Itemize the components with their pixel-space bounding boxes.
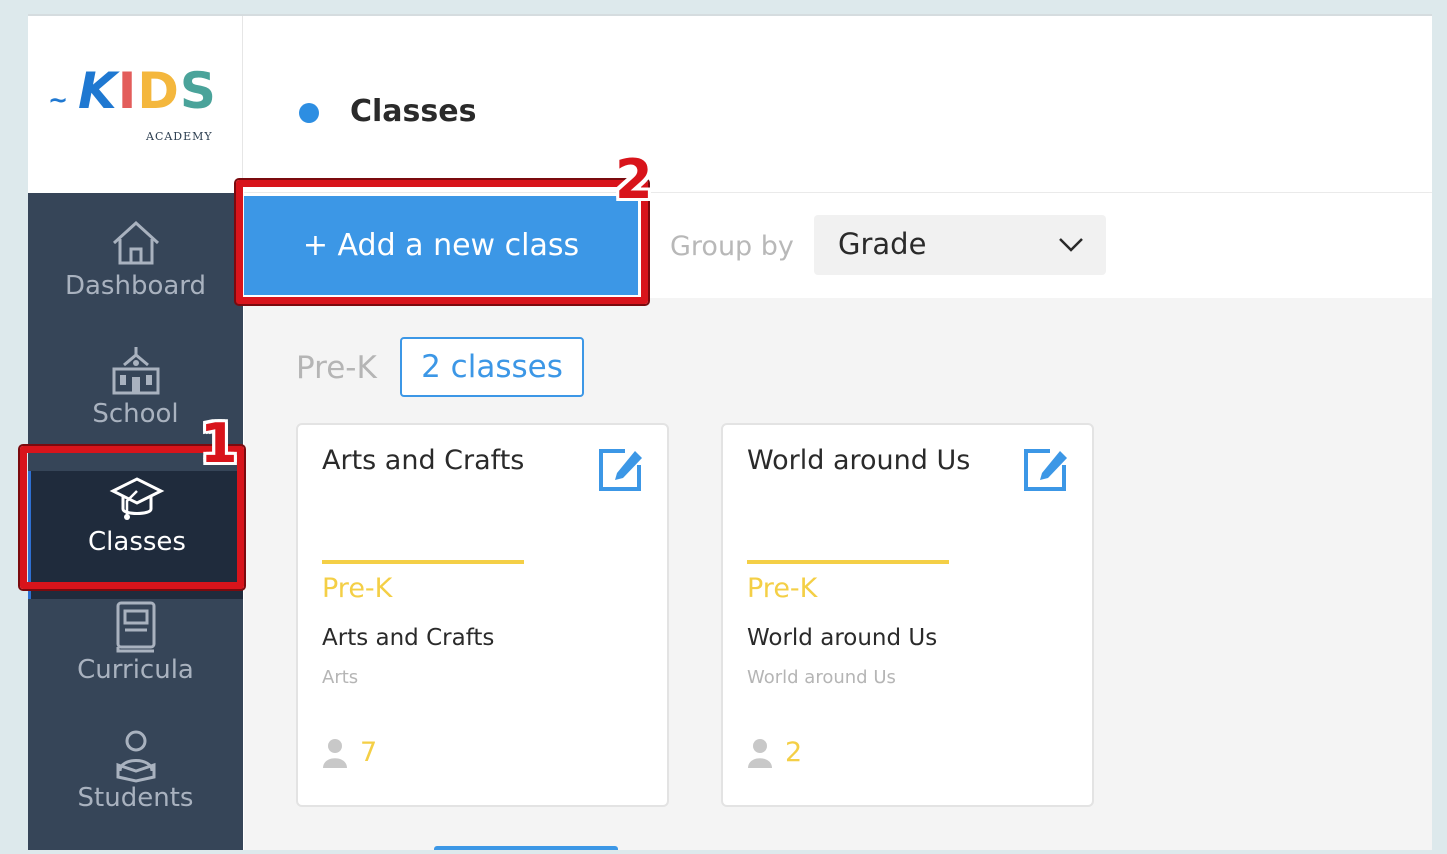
class-card-grade: Pre-K <box>322 573 393 604</box>
class-card[interactable]: World around Us Pre-K World around Us Wo… <box>721 423 1094 807</box>
student-reading-icon <box>116 730 155 783</box>
kids-academy-logo[interactable]: ~ KIDS ACADEMY <box>48 56 218 156</box>
grade-divider <box>322 560 524 564</box>
sidebar-item-curricula[interactable]: Curricula <box>28 599 243 727</box>
group-by-value: Grade <box>838 227 927 261</box>
chevron-down-icon <box>1059 238 1083 252</box>
sidebar-item-label: Students <box>77 783 194 813</box>
sidebar-item-label: Dashboard <box>64 271 207 301</box>
class-card-name: Arts and Crafts <box>322 625 495 651</box>
sidebar-item-label: School <box>92 399 179 429</box>
classes-content: Pre-K 2 classes Arts and Crafts Pre-K Ar… <box>244 298 1432 850</box>
header-dot-icon <box>299 103 319 123</box>
school-building-icon <box>112 347 159 395</box>
sidebar-item-label: Classes <box>88 527 186 557</box>
page-title: Classes <box>350 94 477 129</box>
grade-group-label: Pre-K <box>296 350 377 386</box>
class-card-title: World around Us <box>747 445 971 476</box>
sidebar-item-students[interactable]: Students <box>28 727 243 850</box>
group-by-select[interactable]: Grade <box>814 215 1106 275</box>
add-class-button[interactable]: + Add a new class <box>244 196 638 295</box>
student-count: 7 <box>322 737 377 768</box>
student-count-value: 7 <box>360 737 378 768</box>
edit-icon[interactable] <box>595 443 647 495</box>
logo-area: ~ KIDS ACADEMY <box>28 16 243 193</box>
sidebar: Dashboard School Classes Curricula Stude… <box>28 193 243 850</box>
class-card-title: Arts and Crafts <box>322 445 525 476</box>
sidebar-item-label: Curricula <box>77 655 194 685</box>
logo-splash-icon: ~ <box>48 86 69 114</box>
group-by-label: Group by <box>670 231 794 262</box>
logo-wordmark: KIDS <box>78 62 217 120</box>
graduation-cap-icon <box>109 477 165 520</box>
class-card-subject: Arts <box>322 667 359 688</box>
next-group-badge[interactable] <box>434 846 618 850</box>
page-header: Classes <box>244 16 1432 193</box>
student-count: 2 <box>747 737 802 768</box>
person-icon <box>748 738 772 768</box>
sidebar-item-school[interactable]: School <box>28 343 243 471</box>
book-icon <box>116 601 155 653</box>
sidebar-item-classes[interactable]: Classes <box>28 471 243 599</box>
edit-icon[interactable] <box>1020 443 1072 495</box>
app-window: ~ KIDS ACADEMY Dashboard School Classes … <box>28 14 1432 850</box>
class-card-subject: World around Us <box>747 667 896 688</box>
class-count-badge[interactable]: 2 classes <box>400 337 584 397</box>
toolbar: + Add a new class Group by Grade <box>244 193 1432 298</box>
home-icon <box>112 220 159 265</box>
class-card-grade: Pre-K <box>747 573 818 604</box>
class-card[interactable]: Arts and Crafts Pre-K Arts and Crafts Ar… <box>296 423 669 807</box>
student-count-value: 2 <box>785 737 803 768</box>
person-icon <box>323 738 347 768</box>
grade-divider <box>747 560 949 564</box>
class-card-name: World around Us <box>747 625 938 651</box>
logo-subtitle: ACADEMY <box>146 130 213 143</box>
sidebar-item-dashboard[interactable]: Dashboard <box>28 215 243 343</box>
